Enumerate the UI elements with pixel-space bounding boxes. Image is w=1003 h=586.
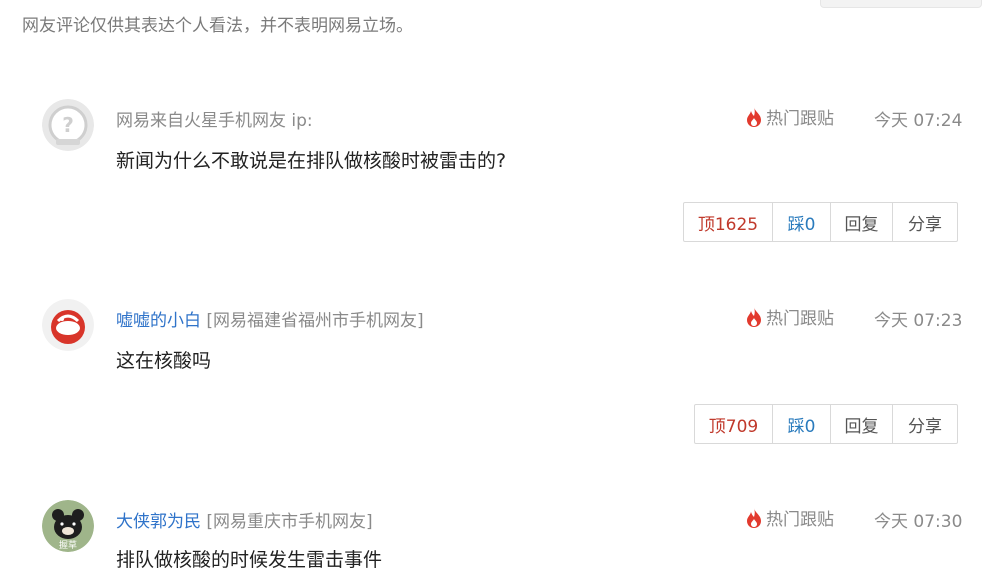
flame-icon [747, 107, 761, 127]
flame-icon [747, 508, 761, 528]
share-button[interactable]: 分享 [892, 405, 957, 443]
downvote-button[interactable]: 踩0 [772, 405, 830, 443]
comment-content: 这在核酸吗 [116, 350, 212, 372]
user-location: [网易福建省福州市手机网友] [206, 311, 424, 331]
hot-follow-text: 热门跟贴 [766, 109, 834, 129]
hot-follow-label: 热门跟贴 [746, 104, 834, 129]
comment-content: 新闻为什么不敢说是在排队做核酸时被雷击的? [116, 150, 507, 172]
hot-follow-text: 热门跟贴 [766, 510, 834, 530]
comment-actions: 顶709 踩0 回复 分享 [694, 404, 958, 444]
user-location: [网易重庆市手机网友] [206, 512, 373, 532]
comment-time: 今天 07:23 [874, 311, 963, 331]
comment-disclaimer: 网友评论仅供其表达个人看法，并不表明网易立场。 [22, 16, 413, 36]
avatar-caption: 握草 [59, 539, 77, 551]
ip-label: ip: [286, 111, 313, 131]
comment-user: 嘘嘘的小白 [网易福建省福州市手机网友] [116, 306, 424, 331]
hot-follow-text: 热门跟贴 [766, 309, 834, 329]
username-link[interactable]: 大侠郭为民 [116, 512, 201, 532]
comment-time: 今天 07:30 [874, 512, 963, 532]
anonymous-user-icon: ? [42, 99, 94, 151]
comment-user: 大侠郭为民 [网易重庆市手机网友] [116, 507, 373, 532]
comment-user: 网易来自火星手机网友 ip: [116, 106, 313, 131]
comment-time: 今天 07:24 [874, 111, 963, 131]
upvote-button[interactable]: 顶709 [695, 405, 772, 443]
hot-follow-label: 热门跟贴 [746, 505, 834, 530]
upvote-button[interactable]: 顶1625 [684, 203, 772, 241]
hot-follow-label: 热门跟贴 [746, 304, 834, 329]
share-button[interactable]: 分享 [892, 203, 957, 241]
svg-text:?: ? [62, 113, 74, 137]
red-mascot-avatar-icon [42, 299, 94, 351]
bear-avatar-icon: 握草 [42, 500, 94, 552]
comment-actions: 顶1625 踩0 回复 分享 [683, 202, 958, 242]
comment-content: 排队做核酸的时候发生雷击事件 [116, 549, 383, 571]
downvote-button[interactable]: 踩0 [772, 203, 830, 241]
top-edge-panel [820, 0, 982, 8]
user-avatar[interactable]: 握草 [42, 500, 94, 552]
username-link[interactable]: 嘘嘘的小白 [116, 311, 201, 331]
reply-button[interactable]: 回复 [830, 405, 892, 443]
username[interactable]: 网易来自火星手机网友 [116, 111, 286, 131]
reply-button[interactable]: 回复 [830, 203, 892, 241]
user-avatar[interactable] [42, 299, 94, 351]
default-avatar[interactable]: ? [42, 99, 94, 151]
flame-icon [747, 307, 761, 327]
